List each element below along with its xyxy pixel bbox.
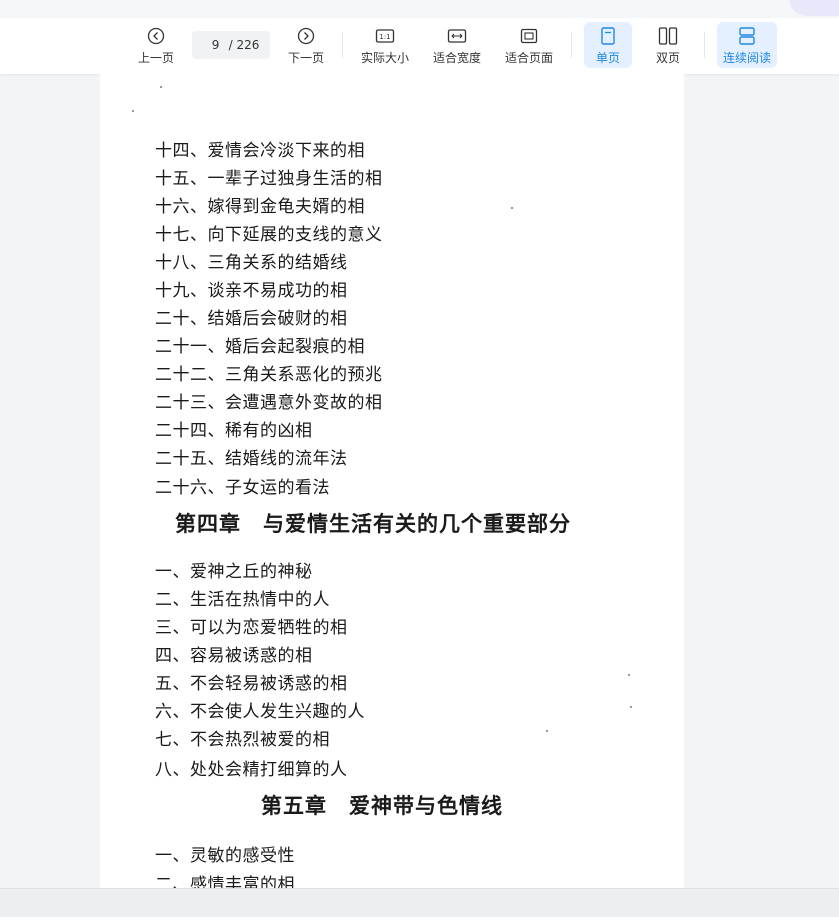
toc-entry: 一、爱神之丘的神秘: [155, 562, 313, 582]
fit-width-button[interactable]: 适合宽度: [431, 22, 483, 68]
svg-text:1:1: 1:1: [379, 33, 390, 41]
toc-entry: 五、不会轻易被诱惑的相: [155, 674, 348, 694]
toc-entry: 二、生活在热情中的人: [155, 590, 330, 610]
prev-page-label: 上一页: [137, 51, 174, 65]
toc-entry: 八、处处会精打细算的人: [155, 760, 348, 780]
document-viewport[interactable]: 十四、爱情会冷淡下来的相 十五、一辈子过独身生活的相 十六、嫁得到金龟夫婿的相 …: [0, 74, 839, 888]
scan-speck: [546, 730, 548, 732]
actual-size-icon: 1:1: [375, 25, 395, 47]
toolbar-divider: [342, 32, 343, 58]
fit-page-icon: [519, 25, 539, 47]
fit-width-label: 适合宽度: [432, 51, 481, 65]
scan-speck: [630, 706, 632, 708]
continuous-icon: [738, 25, 756, 47]
toc-entry: 四、容易被诱惑的相: [155, 646, 313, 666]
toc-entry: 十六、嫁得到金龟夫婿的相: [155, 197, 365, 217]
toc-entry: 二十五、结婚线的流年法: [155, 449, 348, 469]
toc-entry: 二十三、会遭遇意外变故的相: [155, 393, 383, 413]
single-page-button[interactable]: 单页: [584, 22, 632, 68]
single-page-icon: [600, 25, 616, 47]
continuous-label: 连续阅读: [722, 51, 771, 65]
toc-entry: 六、不会使人发生兴趣的人: [155, 702, 365, 722]
double-page-icon: [658, 25, 678, 47]
toc-entry: 二、感情丰富的相: [155, 875, 295, 888]
scan-speck: [132, 110, 134, 112]
toc-entry: 十四、爱情会冷淡下来的相: [155, 141, 365, 161]
toc-entry: 七、不会热烈被爱的相: [155, 730, 330, 750]
double-page-button[interactable]: 双页: [644, 22, 692, 68]
fit-page-button[interactable]: 适合页面: [503, 22, 555, 68]
double-page-label: 双页: [655, 51, 680, 65]
single-page-label: 单页: [595, 51, 620, 65]
toc-entry: 十八、三角关系的结婚线: [155, 253, 348, 273]
scan-speck: [160, 86, 162, 88]
document-page: 十四、爱情会冷淡下来的相 十五、一辈子过独身生活的相 十六、嫁得到金龟夫婿的相 …: [100, 74, 684, 888]
bottom-bar: [0, 888, 839, 917]
pdf-toolbar: 上一页 / 226 下一页 1:1 实际大小 适合宽度 适合页面 单页: [0, 18, 839, 74]
chapter-heading: 第四章 与爱情生活有关的几个重要部分: [175, 511, 571, 536]
page-number-input[interactable]: [202, 38, 229, 52]
fit-width-icon: [447, 25, 467, 47]
actual-size-button[interactable]: 1:1 实际大小: [359, 22, 411, 68]
toc-entry: 二十二、三角关系恶化的预兆: [155, 365, 383, 385]
actual-size-label: 实际大小: [360, 51, 409, 65]
toc-entry: 一、灵敏的感受性: [155, 846, 295, 866]
toc-entry: 十九、谈亲不易成功的相: [155, 281, 348, 301]
scan-speck: [511, 207, 513, 209]
scan-speck: [628, 674, 630, 676]
page-indicator: / 226: [192, 31, 270, 59]
toc-entry: 十七、向下延展的支线的意义: [155, 225, 383, 245]
window-top-strip: [0, 0, 839, 18]
toc-entry: 二十四、稀有的凶相: [155, 421, 313, 441]
toolbar-divider: [704, 32, 705, 58]
toc-entry: 十五、一辈子过独身生活的相: [155, 169, 383, 189]
toc-entry: 二十、结婚后会破财的相: [155, 309, 348, 329]
continuous-reading-button[interactable]: 连续阅读: [717, 22, 777, 68]
chevron-left-circle-icon: [147, 25, 165, 47]
prev-page-button[interactable]: 上一页: [136, 22, 176, 68]
total-pages: / 226: [228, 38, 260, 52]
next-page-button[interactable]: 下一页: [286, 22, 326, 68]
toc-entry: 三、可以为恋爱牺牲的相: [155, 618, 348, 638]
toc-entry: 二十一、婚后会起裂痕的相: [155, 337, 365, 357]
toolbar-divider: [571, 32, 572, 58]
fit-page-label: 适合页面: [504, 51, 553, 65]
chevron-right-circle-icon: [297, 25, 315, 47]
next-page-label: 下一页: [287, 51, 324, 65]
chapter-heading: 第五章 爱神带与色情线: [261, 793, 503, 818]
toc-entry: 二十六、子女运的看法: [155, 478, 330, 498]
